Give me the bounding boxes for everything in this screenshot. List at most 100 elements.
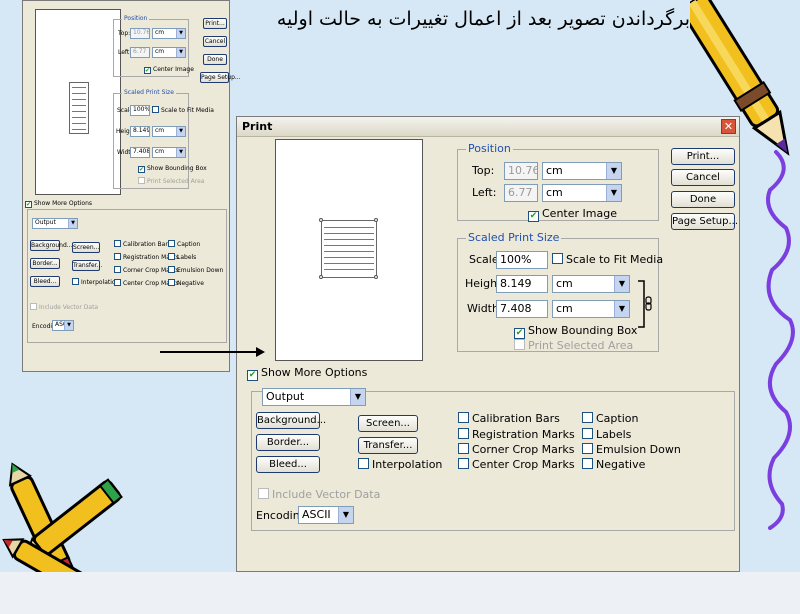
small-cancel-button[interactable]: Cancel	[203, 36, 227, 47]
bottom-band	[0, 572, 800, 614]
show-more-options-checkbox[interactable]: ✔ Show More Options	[247, 366, 367, 381]
show-bounding-box-checkbox[interactable]: ✔ Show Bounding Box	[514, 324, 637, 339]
small-print-selected-checkbox: Print Selected Area	[138, 177, 204, 185]
small-show-more-options-checkbox[interactable]: ✔ Show More Options	[25, 200, 92, 208]
width-unit-value: cm	[556, 302, 573, 315]
small-center-image-label: Center Image	[153, 66, 194, 73]
checkmark-icon: ✔	[138, 166, 145, 173]
small-top-unit[interactable]: cm ▼	[152, 28, 186, 39]
emulsion-down-checkbox[interactable]: Emulsion Down	[582, 443, 681, 456]
small-top-label: Top:	[118, 30, 131, 37]
labels-checkbox[interactable]: Labels	[582, 428, 631, 441]
chain-link-icon[interactable]	[636, 279, 654, 331]
checkbox-icon	[72, 278, 79, 285]
width-field[interactable]: 7.408	[496, 300, 548, 318]
position-title: Position	[466, 142, 513, 155]
checkbox-icon	[458, 428, 469, 439]
small-width-unit[interactable]: cm ▼	[152, 147, 186, 158]
height-field[interactable]: 8.149	[496, 275, 548, 293]
height-unit-select[interactable]: cm ▼	[552, 275, 630, 293]
output-select[interactable]: Output ▼	[262, 388, 366, 406]
encoding-select[interactable]: ASCII ▼	[298, 506, 354, 524]
negative-label: Negative	[596, 458, 646, 471]
small-labels-checkbox[interactable]: Labels	[168, 253, 196, 261]
small-output-select[interactable]: Output ▼	[32, 218, 78, 229]
cancel-button[interactable]: Cancel	[671, 169, 735, 186]
width-unit-select[interactable]: cm ▼	[552, 300, 630, 318]
bounding-handle[interactable]	[319, 275, 323, 279]
small-border-button[interactable]: Border...	[30, 258, 60, 269]
corner-crop-marks-checkbox[interactable]: Corner Crop Marks	[458, 443, 575, 456]
small-scale-to-fit-checkbox[interactable]: Scale to Fit Media	[152, 106, 214, 114]
small-print-button[interactable]: Print...	[203, 18, 227, 29]
top-unit-select[interactable]: cm ▼	[542, 162, 622, 180]
small-height-field[interactable]: 8.149	[130, 126, 150, 137]
bounding-handle[interactable]	[374, 218, 378, 222]
small-page-setup-button[interactable]: Page Setup...	[200, 72, 241, 83]
checkbox-icon	[114, 253, 121, 260]
bleed-button[interactable]: Bleed...	[256, 456, 320, 473]
pointer-arrow-line	[160, 351, 260, 353]
checkbox-icon	[582, 412, 593, 423]
small-transfer-button[interactable]: Transfer...	[72, 260, 102, 271]
center-crop-marks-checkbox[interactable]: Center Crop Marks	[458, 458, 575, 471]
small-center-image-checkbox[interactable]: ✔ Center Image	[144, 66, 194, 74]
small-height-unit[interactable]: cm ▼	[152, 126, 186, 137]
small-left-unit[interactable]: cm ▼	[152, 47, 186, 58]
small-bounding-box-checkbox[interactable]: ✔ Show Bounding Box	[138, 165, 207, 173]
caption-label: Caption	[596, 412, 639, 425]
left-unit-select[interactable]: cm ▼	[542, 184, 622, 202]
dropdown-arrow-icon: ▼	[176, 29, 185, 38]
left-field[interactable]: 6.77	[504, 184, 538, 202]
interpolation-checkbox[interactable]: Interpolation	[358, 458, 442, 471]
small-top-field[interactable]: 10.76	[130, 28, 150, 39]
small-done-button[interactable]: Done	[203, 54, 227, 65]
small-calibration-checkbox[interactable]: Calibration Bars	[114, 240, 171, 248]
page-setup-button[interactable]: Page Setup...	[671, 213, 738, 230]
scale-field[interactable]: 100%	[496, 251, 548, 269]
small-left-unit-value: cm	[155, 48, 165, 55]
bounding-handle[interactable]	[319, 218, 323, 222]
caption-checkbox[interactable]: Caption	[582, 412, 638, 425]
small-left-field[interactable]: 6.77	[130, 47, 150, 58]
transfer-button[interactable]: Transfer...	[358, 437, 418, 454]
dropdown-arrow-icon: ▼	[350, 389, 365, 405]
border-button[interactable]: Border...	[256, 434, 320, 451]
small-scale-field[interactable]: 100%	[130, 105, 150, 116]
show-bounding-box-label: Show Bounding Box	[528, 324, 638, 337]
small-emulsion-checkbox[interactable]: Emulsion Down	[168, 266, 223, 274]
small-encoding-select[interactable]: ASCII ▼	[52, 320, 74, 331]
small-bounding-box-label: Show Bounding Box	[147, 165, 207, 172]
arrow-right-icon	[256, 347, 265, 357]
background-button[interactable]: Background...	[256, 412, 326, 429]
checkbox-icon	[152, 106, 159, 113]
small-bleed-button[interactable]: Bleed...	[30, 276, 60, 287]
show-more-options-label: Show More Options	[261, 366, 368, 379]
small-width-field[interactable]: 7.408	[130, 147, 150, 158]
small-caption-checkbox[interactable]: Caption	[168, 240, 200, 248]
small-screen-button[interactable]: Screen...	[72, 242, 100, 253]
small-include-vector-checkbox: Include Vector Data	[30, 303, 98, 311]
center-image-checkbox[interactable]: ✔ Center Image	[528, 207, 617, 222]
negative-checkbox[interactable]: Negative	[582, 458, 645, 471]
registration-marks-checkbox[interactable]: Registration Marks	[458, 428, 575, 441]
calibration-bars-checkbox[interactable]: Calibration Bars	[458, 412, 560, 425]
checkbox-icon	[458, 412, 469, 423]
small-negative-checkbox[interactable]: Negative	[168, 279, 204, 287]
small-top-unit-value: cm	[155, 29, 165, 36]
small-show-more-options-label: Show More Options	[34, 200, 93, 207]
dropdown-arrow-icon: ▼	[176, 48, 185, 57]
small-scaled-title: Scaled Print Size	[122, 89, 176, 96]
checkbox-icon	[168, 279, 175, 286]
small-background-button[interactable]: Background...	[30, 240, 73, 251]
scale-to-fit-checkbox[interactable]: Scale to Fit Media	[552, 253, 663, 266]
screen-button[interactable]: Screen...	[358, 415, 418, 432]
bounding-handle[interactable]	[374, 275, 378, 279]
done-button[interactable]: Done	[671, 191, 735, 208]
output-group: Output ▼ Background... Border... Bleed...…	[251, 388, 735, 531]
top-field[interactable]: 10.76	[504, 162, 538, 180]
squiggle-line	[766, 150, 795, 530]
small-interpolation-checkbox[interactable]: Interpolation	[72, 278, 119, 286]
checkbox-icon	[582, 428, 593, 439]
print-dialog: Print ✕ Position Top: 10.76 cm ▼ Left: 6.…	[236, 116, 740, 572]
